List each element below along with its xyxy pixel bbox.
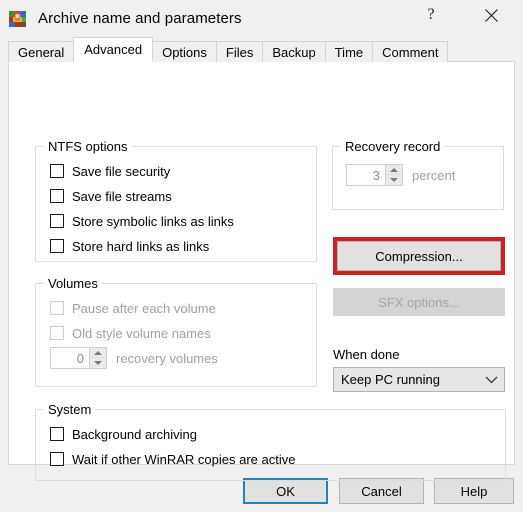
checkbox-box-icon (50, 452, 64, 466)
system-group-title: System (44, 402, 96, 417)
checkbox-background-archiving[interactable]: Background archiving (50, 424, 197, 444)
checkbox-box-icon (50, 164, 64, 178)
ntfs-options-group: NTFS options Save file security Save fil… (35, 139, 317, 262)
when-done-selected-value: Keep PC running (341, 372, 441, 387)
checkbox-box-icon (50, 301, 64, 315)
when-done-label: When done (333, 347, 400, 362)
compression-button-label: Compression... (375, 248, 463, 264)
spinner-up-icon (90, 348, 106, 358)
close-x-glyph (484, 8, 498, 22)
checkbox-store-hard-links[interactable]: Store hard links as links (50, 236, 209, 256)
recovery-record-spinbox: 3 (346, 164, 403, 186)
tab-label: Time (334, 44, 364, 60)
checkbox-pause-after-each-volume: Pause after each volume (50, 298, 216, 318)
tab-content-panel: NTFS options Save file security Save fil… (8, 61, 515, 481)
checkbox-label: Background archiving (72, 426, 198, 442)
spinner-down-icon (386, 175, 402, 185)
recovery-record-value: 3 (347, 165, 385, 185)
checkbox-box-icon (50, 189, 64, 203)
checkbox-old-style-volume-names: Old style volume names (50, 323, 211, 343)
checkbox-label: Store hard links as links (72, 238, 210, 254)
volumes-group-title: Volumes (44, 276, 102, 291)
recovery-volumes-stepper: 0 recovery volumes (50, 347, 218, 369)
tab-label: Advanced (84, 42, 143, 57)
spinner-down-icon (90, 358, 106, 368)
checkbox-label: Save file security (72, 163, 171, 179)
tab-label: Files (225, 44, 254, 60)
tab-label: Comment (382, 44, 439, 60)
tab-advanced[interactable]: Advanced (73, 37, 154, 62)
checkbox-box-icon (50, 214, 64, 228)
tab-backup[interactable]: Backup (262, 41, 326, 62)
tab-general[interactable]: General (8, 41, 75, 62)
checkbox-wait-if-other-winrar-copies[interactable]: Wait if other WinRAR copies are active (50, 449, 295, 469)
tab-files[interactable]: Files (215, 41, 264, 62)
checkbox-label: Old style volume names (72, 325, 211, 341)
recovery-record-arrows (385, 165, 402, 185)
help-question-mark: ? (427, 6, 435, 23)
title-bar: Archive name and parameters ? (0, 0, 523, 36)
checkbox-label: Pause after each volume (72, 300, 216, 316)
checkbox-store-symbolic-links[interactable]: Store symbolic links as links (50, 211, 234, 231)
when-done-dropdown[interactable]: Keep PC running (333, 367, 505, 392)
recovery-volumes-value: 0 (51, 348, 89, 368)
window-title: Archive name and parameters (38, 9, 242, 27)
tab-label: General (18, 44, 65, 60)
checkbox-label: Store symbolic links as links (72, 213, 234, 229)
cancel-button-label: Cancel (361, 483, 402, 499)
recovery-volumes-suffix-label: recovery volumes (116, 350, 218, 366)
help-button[interactable]: Help (434, 478, 514, 504)
recovery-record-stepper: 3 percent (346, 164, 455, 186)
ntfs-options-group-title: NTFS options (44, 139, 132, 154)
tab-label: Options (162, 44, 207, 60)
checkbox-save-file-streams[interactable]: Save file streams (50, 186, 172, 206)
checkbox-box-icon (50, 427, 64, 441)
checkbox-box-icon (50, 239, 64, 253)
sfx-options-button-label: SFX options... (378, 294, 460, 310)
titlebar-help-icon[interactable]: ? (408, 0, 454, 30)
checkbox-label: Save file streams (72, 188, 172, 204)
checkbox-label: Wait if other WinRAR copies are active (72, 451, 296, 467)
help-button-label: Help (460, 483, 488, 499)
winrar-books-icon (9, 9, 26, 27)
close-icon[interactable] (468, 0, 514, 30)
tab-strip: General Advanced Options Files Backup Ti… (8, 37, 515, 62)
checkbox-save-file-security[interactable]: Save file security (50, 161, 170, 181)
volumes-group: Volumes Pause after each volume Old styl… (35, 276, 317, 387)
chevron-down-icon (478, 376, 504, 384)
archive-parameters-dialog: Archive name and parameters ? NTFS optio… (0, 0, 523, 512)
tab-time[interactable]: Time (324, 41, 374, 62)
sfx-options-button: SFX options... (333, 288, 505, 316)
spinner-up-icon (386, 165, 402, 175)
tab-options[interactable]: Options (152, 41, 217, 62)
cancel-button[interactable]: Cancel (339, 478, 424, 504)
recovery-record-suffix-label: percent (412, 167, 456, 183)
ok-button[interactable]: OK (243, 478, 328, 504)
tab-label: Backup (272, 44, 316, 60)
recovery-record-group-title: Recovery record (341, 139, 445, 154)
compression-button[interactable]: Compression... (337, 241, 501, 271)
recovery-record-group: Recovery record 3 percent (332, 139, 504, 210)
checkbox-box-icon (50, 326, 64, 340)
system-group: System Background archiving Wait if othe… (35, 402, 506, 481)
recovery-volumes-arrows (89, 348, 106, 368)
tab-comment[interactable]: Comment (372, 41, 449, 62)
ok-button-label: OK (276, 483, 295, 499)
recovery-volumes-spinbox: 0 (50, 347, 107, 369)
